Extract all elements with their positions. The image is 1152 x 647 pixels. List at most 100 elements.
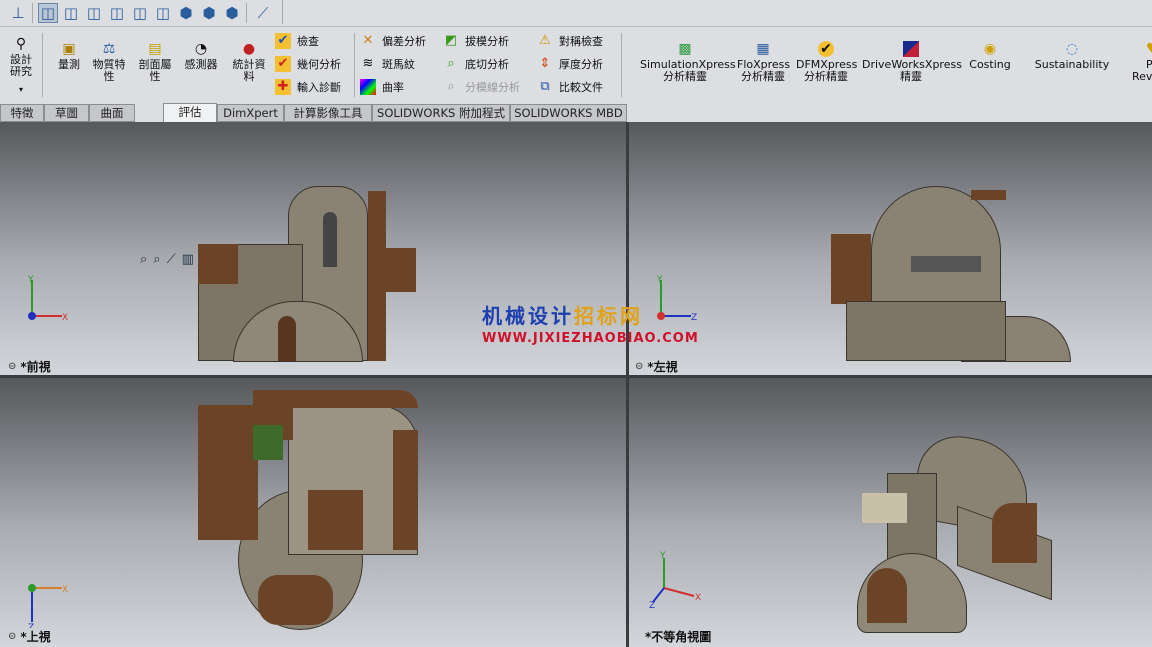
dfmxpress-icon: ✔ <box>818 41 834 57</box>
svg-text:Y: Y <box>659 551 666 561</box>
section-view-icon[interactable]: ▥ <box>182 252 194 267</box>
dimetric-view-icon[interactable]: ⬢ <box>222 3 242 23</box>
sensor-button[interactable]: ◔ 感測器 <box>180 41 222 71</box>
import-diagnostics-button[interactable]: ✚ 輸入診斷 <box>275 78 341 96</box>
triad-top: ZX <box>28 584 68 628</box>
zebra-stripes-icon: ≋ <box>362 56 374 71</box>
zebra-stripes-button[interactable]: ≋ 斑馬紋 <box>360 55 415 73</box>
viewport-top[interactable]: ZX ⊝ *上視 <box>0 378 626 647</box>
back-view-icon[interactable]: ◫ <box>84 3 104 23</box>
svg-text:X: X <box>695 593 701 603</box>
check-button[interactable]: ✔ 檢查 <box>275 32 319 50</box>
divider <box>282 0 283 24</box>
viewport-label-front: ⊝ *前視 <box>8 360 51 374</box>
review-icon: ♥ <box>1146 41 1152 57</box>
viewport-front[interactable]: ⌕⌕⟋▥◧▾⬢▾⊥◨▾∞▾◕▾▣▾ YX ⊝*前視 <box>0 122 626 375</box>
house-model-isometric <box>857 428 1057 633</box>
command-manager-tabs: 特徵 草圖 曲面 評估 DimXpert 計算影像工具 SOLIDWORKS 附… <box>0 103 1152 123</box>
tab-solidworks-addins[interactable]: SOLIDWORKS 附加程式 <box>372 104 510 122</box>
link-icon[interactable]: ⊝ <box>8 361 16 372</box>
sustainability-icon: ◌ <box>1065 41 1079 57</box>
svg-text:Y: Y <box>27 275 34 285</box>
tab-render-tools[interactable]: 計算影像工具 <box>284 104 372 122</box>
triad-isometric: Y X Z <box>649 551 701 608</box>
parting-line-analysis-icon: ⌕ <box>447 79 455 94</box>
driveworksxpress-icon <box>903 41 919 57</box>
deviation-analysis-button[interactable]: ✕ 偏差分析 <box>360 32 426 50</box>
measure-button[interactable]: ▣ 量測 <box>52 41 86 71</box>
statistics-icon: ● <box>242 41 256 57</box>
undercut-analysis-icon: ⌕ <box>447 56 455 71</box>
link-icon[interactable]: ⊝ <box>635 361 643 372</box>
left-view-icon[interactable]: ◫ <box>107 3 127 23</box>
tab-features[interactable]: 特徵 <box>0 104 44 122</box>
divider <box>32 3 33 23</box>
viewport-toggle-icon[interactable]: ◧ <box>1141 122 1150 123</box>
compare-documents-button[interactable]: ⧉ 比較文件 <box>537 78 603 96</box>
design-study-button[interactable]: ⚲ 設計研究 ▾ <box>6 36 36 96</box>
mass-properties-icon: ⚖ <box>102 41 116 57</box>
product-review-button[interactable]: ♥PRevi <box>1128 41 1152 83</box>
viewport-label-left: ⊝ *左視 <box>635 360 678 374</box>
divider <box>42 33 43 97</box>
bottom-view-icon[interactable]: ⬢ <box>176 3 196 23</box>
curvature-button[interactable]: 曲率 <box>360 78 404 96</box>
geometry-analysis-icon: ✔ <box>275 56 291 72</box>
right-view-icon[interactable]: ◫ <box>130 3 150 23</box>
svg-text:X: X <box>62 585 68 595</box>
costing-button[interactable]: ◉ Costing <box>966 41 1014 71</box>
undercut-analysis-button[interactable]: ⌕ 底切分析 <box>443 55 509 73</box>
mass-properties-button[interactable]: ⚖ 物質特性 <box>88 41 130 83</box>
zoom-to-area-icon[interactable]: ⌕ <box>153 252 160 267</box>
viewport-left[interactable]: ◧ YZ ⊝*左視 <box>629 122 1152 375</box>
sustainability-button[interactable]: ◌ Sustainability <box>1030 41 1114 71</box>
tab-solidworks-mbd[interactable]: SOLIDWORKS MBD <box>510 104 627 122</box>
viewport-label-top: ⊝ *上視 <box>8 630 51 644</box>
deviation-analysis-icon: ✕ <box>362 33 374 48</box>
simulationxpress-icon: ▩ <box>678 41 692 57</box>
link-icon[interactable]: ⊝ <box>8 631 16 642</box>
simulationxpress-button[interactable]: ▩ SimulationXpress 分析精靈 <box>640 41 736 83</box>
section-properties-icon: ▤ <box>148 41 162 57</box>
trimetric-view-icon[interactable]: ⬢ <box>199 3 219 23</box>
thickness-analysis-button[interactable]: ⇕ 厚度分析 <box>537 55 603 73</box>
section-properties-button[interactable]: ▤ 剖面屬性 <box>134 41 176 83</box>
divider <box>246 3 247 23</box>
viewport-label-isometric: *不等角視圖 <box>645 630 712 644</box>
house-model-left <box>831 186 1076 362</box>
tab-dimxpert[interactable]: DimXpert <box>217 104 284 122</box>
normal-to-icon[interactable]: ⊥ <box>8 3 28 23</box>
viewport-isometric[interactable]: Y X Z *不等角視圖 <box>629 378 1152 647</box>
tab-surfaces[interactable]: 曲面 <box>89 104 135 122</box>
view-selector-icon[interactable]: ⟋ <box>253 3 273 23</box>
triad-front: YX <box>27 275 68 323</box>
measure-icon: ▣ <box>62 41 76 57</box>
evaluate-ribbon: ⚲ 設計研究 ▾ ▣ 量測 ⚖ 物質特性 ▤ 剖面屬性 ◔ 感測器 ● 統計資料 ✔ 檢查 ✔ 幾… <box>0 27 1152 103</box>
compare-documents-icon: ⧉ <box>540 79 550 94</box>
tab-evaluate[interactable]: 評估 <box>163 103 217 123</box>
front-view-icon[interactable]: ◫ <box>61 3 81 23</box>
house-model-front <box>198 186 418 362</box>
symmetry-check-button[interactable]: ⚠ 對稱檢查 <box>537 32 603 50</box>
previous-view-icon[interactable]: ⟋ <box>167 252 176 267</box>
thickness-analysis-icon: ⇕ <box>539 56 551 71</box>
statistics-button[interactable]: ● 統計資料 <box>228 41 270 83</box>
isometric-view-icon[interactable]: ◫ <box>38 3 58 23</box>
draft-analysis-button[interactable]: ◩ 拔模分析 <box>443 32 509 50</box>
coins-icon: ◉ <box>983 41 997 57</box>
svg-text:Z: Z <box>649 601 655 608</box>
house-model-top <box>198 390 423 630</box>
geometry-analysis-button[interactable]: ✔ 幾何分析 <box>275 55 341 73</box>
zoom-to-fit-icon[interactable]: ⌕ <box>140 252 147 267</box>
tab-sketch[interactable]: 草圖 <box>44 104 89 122</box>
view-toolbar: ⊥ ◫ ◫ ◫ ◫ ◫ ◫ ⬢ ⬢ ⬢ ⟋ <box>0 0 1152 27</box>
curvature-icon <box>360 79 376 95</box>
dfmxpress-button[interactable]: ✔ DFMXpress 分析精靈 <box>796 41 857 83</box>
parting-line-analysis-button: ⌕ 分模線分析 <box>443 78 520 96</box>
divider <box>621 33 622 97</box>
check-icon: ✔ <box>275 33 291 49</box>
floxpress-button[interactable]: ▦ FloXpress 分析精靈 <box>737 41 790 83</box>
svg-text:X: X <box>62 313 68 323</box>
driveworksxpress-button[interactable]: DriveWorksXpress 精靈 <box>862 41 962 83</box>
top-view-icon[interactable]: ◫ <box>153 3 173 23</box>
